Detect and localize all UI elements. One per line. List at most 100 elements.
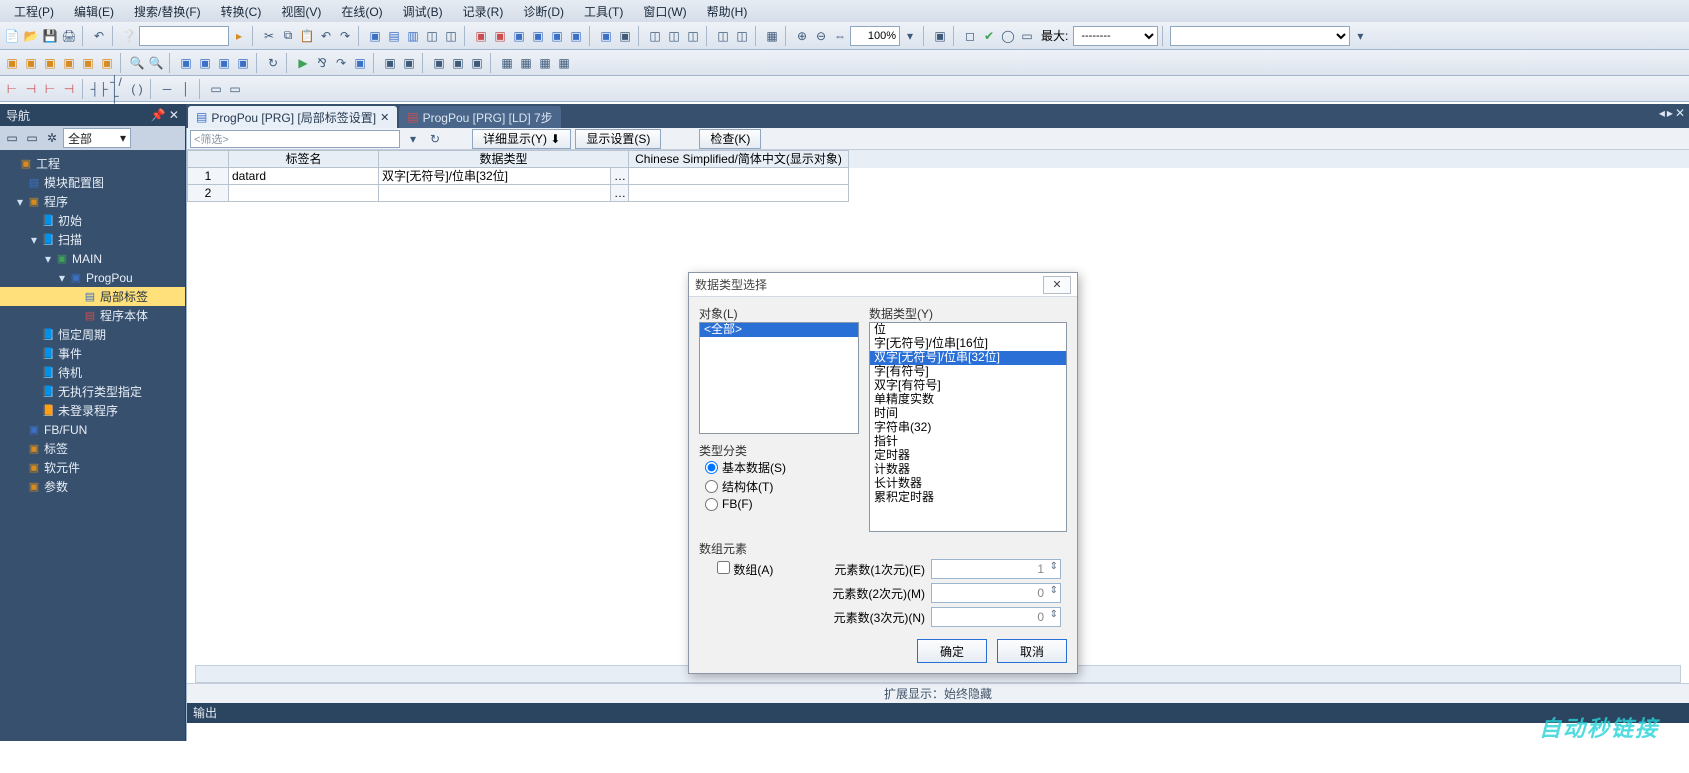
tree-progpou[interactable]: ▾▣ProgPou bbox=[0, 268, 185, 287]
find2-icon[interactable]: 🔍 bbox=[147, 54, 165, 72]
vline-icon[interactable]: │ bbox=[177, 80, 195, 98]
output-panel-header[interactable]: 输出 bbox=[187, 703, 1689, 723]
dev-read-icon[interactable]: ▤ bbox=[385, 27, 403, 45]
run-icon[interactable]: ▶ bbox=[294, 54, 312, 72]
list-item[interactable]: 单精度实数 bbox=[870, 393, 1066, 407]
dim2-spinner[interactable]: 0 bbox=[931, 583, 1061, 603]
tree-module-config[interactable]: ▤模块配置图 bbox=[0, 173, 185, 192]
tree-scan[interactable]: ▾📘扫描 bbox=[0, 230, 185, 249]
tab-next-icon[interactable]: ▸ bbox=[1667, 106, 1673, 120]
close-icon[interactable]: ✕ bbox=[380, 111, 389, 124]
tree-local-label[interactable]: ▤局部标签 bbox=[0, 287, 185, 306]
max-select[interactable]: -------- bbox=[1073, 26, 1158, 46]
dev-icon[interactable]: ◫ bbox=[423, 27, 441, 45]
monitor3-icon[interactable]: ◫ bbox=[684, 27, 702, 45]
menu-diag[interactable]: 诊断(D) bbox=[513, 1, 574, 22]
wf2-icon[interactable]: ▣ bbox=[400, 54, 418, 72]
menu-view[interactable]: 视图(V) bbox=[271, 1, 331, 22]
object-listbox[interactable]: <全部> bbox=[699, 322, 859, 434]
new-icon[interactable]: 📄 bbox=[3, 27, 21, 45]
nav-scope-select[interactable]: 全部▾ bbox=[63, 128, 131, 148]
list-item[interactable]: 时间 bbox=[870, 407, 1066, 421]
list-item[interactable]: 字[无符号]/位串[16位] bbox=[870, 337, 1066, 351]
cascade-icon[interactable]: ▣ bbox=[931, 27, 949, 45]
no-contact-icon[interactable]: ┤├ bbox=[90, 80, 108, 98]
blk2-icon[interactable]: ▣ bbox=[449, 54, 467, 72]
grid-icon[interactable]: ▦ bbox=[763, 27, 781, 45]
ok-icon[interactable]: ✔ bbox=[980, 27, 998, 45]
menu-help[interactable]: 帮助(H) bbox=[697, 1, 758, 22]
list-item[interactable]: 双字[有符号] bbox=[870, 379, 1066, 393]
func-icon[interactable]: ▭ bbox=[207, 80, 225, 98]
dim1-spinner[interactable]: 1 bbox=[931, 559, 1061, 579]
menu-project[interactable]: 工程(P) bbox=[4, 1, 64, 22]
cell-name[interactable] bbox=[229, 185, 379, 202]
cell-comment[interactable] bbox=[629, 185, 849, 202]
check-icon[interactable]: ▣ bbox=[548, 27, 566, 45]
list-item[interactable]: 字[有符号] bbox=[870, 365, 1066, 379]
menu-online[interactable]: 在线(O) bbox=[331, 1, 392, 22]
open-icon[interactable]: 📂 bbox=[22, 27, 40, 45]
coil-icon[interactable]: ( ) bbox=[128, 80, 146, 98]
win2-icon[interactable]: ▦ bbox=[517, 54, 535, 72]
cut-icon[interactable]: ✂ bbox=[260, 27, 278, 45]
grid-row[interactable]: 2 … bbox=[187, 185, 1689, 202]
win4-icon[interactable]: ▦ bbox=[555, 54, 573, 72]
tree-program[interactable]: ▾▣程序 bbox=[0, 192, 185, 211]
dev2-icon[interactable]: ◫ bbox=[442, 27, 460, 45]
net2-icon[interactable]: ◫ bbox=[733, 27, 751, 45]
list-item[interactable]: 双字[无符号]/位串[32位] bbox=[870, 351, 1066, 365]
ok-button[interactable]: 确定 bbox=[917, 639, 987, 663]
dropdown2-icon[interactable]: ▾ bbox=[1351, 27, 1369, 45]
win1-icon[interactable]: ▦ bbox=[498, 54, 516, 72]
list-item[interactable]: 累积定时器 bbox=[870, 491, 1066, 505]
tree-standby[interactable]: 📘待机 bbox=[0, 363, 185, 382]
help-search-input[interactable] bbox=[139, 26, 229, 46]
cell-name[interactable]: datard bbox=[229, 168, 379, 185]
filter-clear-icon[interactable]: ↻ bbox=[426, 130, 444, 148]
tab-close-icon[interactable]: ✕ bbox=[1675, 106, 1685, 120]
list-item[interactable]: 计数器 bbox=[870, 463, 1066, 477]
menu-search[interactable]: 搜索/替换(F) bbox=[124, 1, 211, 22]
func2-icon[interactable]: ▭ bbox=[226, 80, 244, 98]
nav-tb2-icon[interactable]: ▭ bbox=[23, 129, 41, 147]
tree-initial[interactable]: 📘初始 bbox=[0, 211, 185, 230]
go-icon[interactable]: ▸ bbox=[230, 27, 248, 45]
win3-icon[interactable]: ▦ bbox=[536, 54, 554, 72]
net-icon[interactable]: ◫ bbox=[714, 27, 732, 45]
type-picker-button[interactable]: … bbox=[611, 185, 629, 202]
dev-a-icon[interactable]: ▣ bbox=[177, 54, 195, 72]
cancel-button[interactable]: 取消 bbox=[997, 639, 1067, 663]
tree-program-body[interactable]: ▤程序本体 bbox=[0, 306, 185, 325]
convert-all-icon[interactable]: ▣ bbox=[529, 27, 547, 45]
zoom-in-icon[interactable]: ⊕ bbox=[793, 27, 811, 45]
list-item[interactable]: 定时器 bbox=[870, 449, 1066, 463]
menu-debug[interactable]: 调试(B) bbox=[393, 1, 453, 22]
blk3-icon[interactable]: ▣ bbox=[468, 54, 486, 72]
check2-icon[interactable]: ▣ bbox=[567, 27, 585, 45]
cancel-icon[interactable]: ◯ bbox=[999, 27, 1017, 45]
undo-icon[interactable]: ↶ bbox=[90, 27, 108, 45]
list-item[interactable]: <全部> bbox=[700, 323, 858, 337]
io-icon[interactable]: ⅋ bbox=[313, 54, 331, 72]
tree-param[interactable]: ▣参数 bbox=[0, 477, 185, 496]
menu-edit[interactable]: 编辑(E) bbox=[64, 1, 124, 22]
datatype-listbox[interactable]: 位字[无符号]/位串[16位]双字[无符号]/位串[32位]字[有符号]双字[有… bbox=[869, 322, 1067, 532]
menu-tools[interactable]: 工具(T) bbox=[574, 1, 633, 22]
print-icon[interactable]: 🖨 bbox=[60, 27, 78, 45]
paste-icon[interactable]: 📋 bbox=[298, 27, 316, 45]
wf-icon[interactable]: ▣ bbox=[381, 54, 399, 72]
tree-no-exec[interactable]: 📘无执行类型指定 bbox=[0, 382, 185, 401]
build-icon[interactable]: ▣ bbox=[472, 27, 490, 45]
tree-main[interactable]: ▾▣MAIN bbox=[0, 249, 185, 268]
monitor2-icon[interactable]: ◫ bbox=[665, 27, 683, 45]
undo2-icon[interactable]: ↶ bbox=[317, 27, 335, 45]
help-icon[interactable]: ❔ bbox=[120, 27, 138, 45]
tab-ld-program[interactable]: ▤ ProgPou [PRG] [LD] 7步 bbox=[399, 106, 560, 128]
radio-fb[interactable]: FB(F) bbox=[705, 497, 859, 511]
tree-fbfun[interactable]: ▣FB/FUN bbox=[0, 420, 185, 439]
sim-stop-icon[interactable]: ▣ bbox=[616, 27, 634, 45]
type-picker-button[interactable]: … bbox=[611, 168, 629, 185]
combo-select[interactable] bbox=[1170, 26, 1350, 46]
dim3-spinner[interactable]: 0 bbox=[931, 607, 1061, 627]
